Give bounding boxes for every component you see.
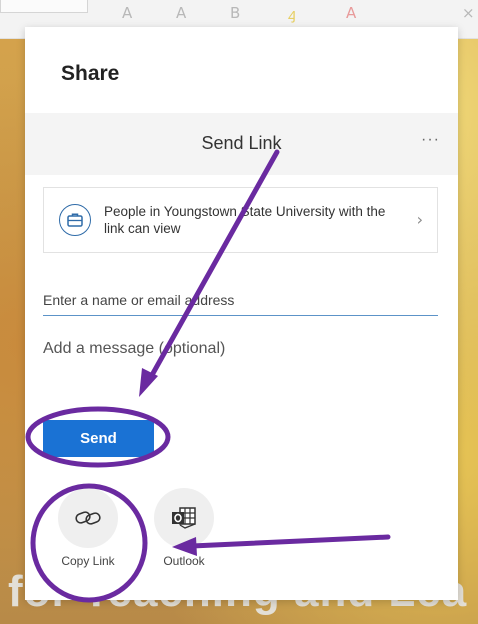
outlook-option[interactable]: Outlook (151, 488, 217, 568)
send-button[interactable]: Send (43, 420, 154, 457)
panel-title: Share (61, 62, 120, 85)
permission-description: People in Youngstown State University wi… (104, 204, 386, 236)
toolbar-glyph: B (230, 4, 241, 22)
more-options-button[interactable]: ··· (421, 131, 440, 149)
briefcase-icon (59, 204, 91, 236)
highlight-glyph: ꜭ (288, 5, 296, 23)
toolbar-glyph: × (462, 4, 475, 22)
toolbar-glyph: A (176, 4, 187, 22)
message-input[interactable] (43, 340, 438, 396)
share-panel: Share Send Link ··· People in Youngstown… (25, 27, 458, 600)
link-icon (58, 488, 118, 548)
font-color-glyph: A (346, 4, 357, 22)
outlook-label: Outlook (163, 554, 205, 568)
outlook-icon (154, 488, 214, 548)
chevron-right-icon: › (416, 210, 423, 229)
recipient-input[interactable] (43, 285, 438, 316)
send-link-title: Send Link (201, 133, 282, 153)
send-link-header: Send Link ··· (25, 113, 458, 175)
copy-link-option[interactable]: Copy Link (55, 488, 121, 568)
copy-link-label: Copy Link (61, 554, 115, 568)
toolbar-glyph: A (122, 4, 133, 22)
link-permission-settings[interactable]: People in Youngstown State University wi… (43, 187, 438, 253)
font-size-combo[interactable] (0, 0, 88, 13)
